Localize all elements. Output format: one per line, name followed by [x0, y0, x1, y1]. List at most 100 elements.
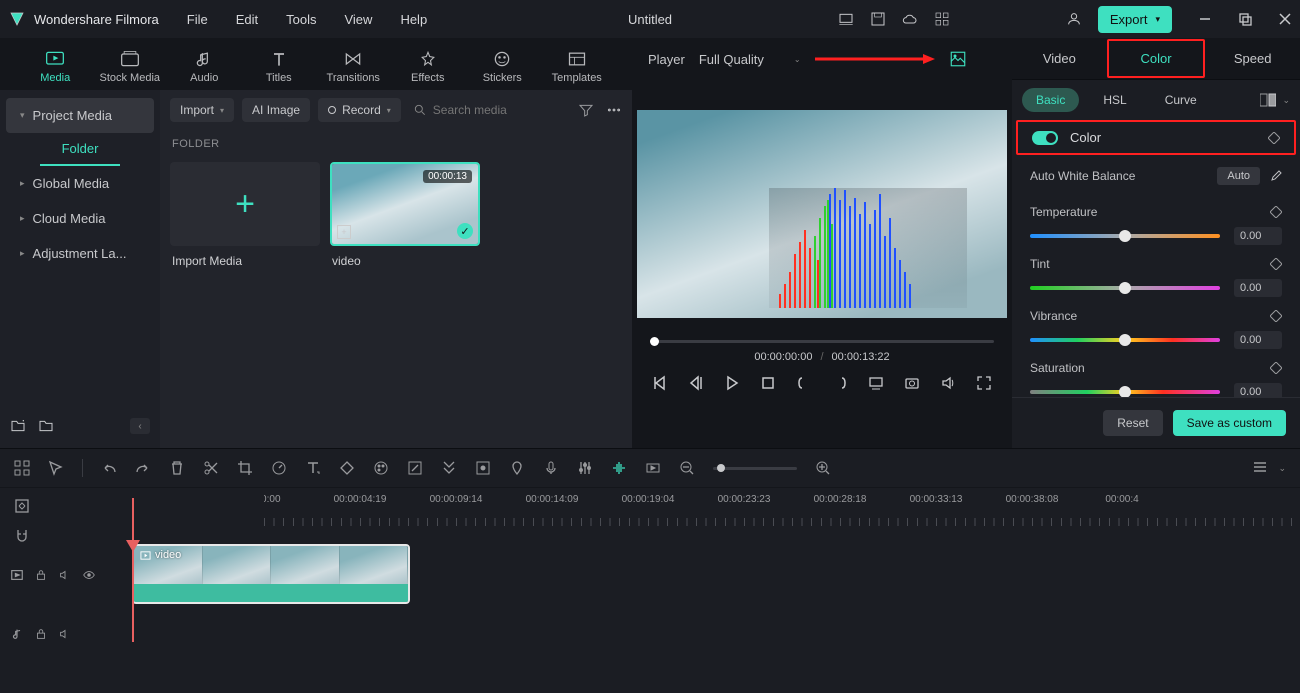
preview-video[interactable] [637, 110, 1007, 318]
sidebar-cloud-media[interactable]: ▸Cloud Media [6, 201, 154, 236]
color-group-toggle[interactable]: Color [1016, 120, 1296, 155]
tab-stickers[interactable]: Stickers [465, 44, 540, 84]
visibility-icon[interactable] [82, 568, 96, 582]
subtab-basic[interactable]: Basic [1022, 88, 1079, 112]
new-bin-icon[interactable] [38, 418, 54, 434]
saturation-slider[interactable] [1030, 390, 1220, 394]
render-icon[interactable] [645, 460, 661, 476]
timeline-clip[interactable]: video [132, 544, 410, 604]
audio-stretch-icon[interactable] [611, 460, 627, 476]
tab-video[interactable]: Video [1012, 39, 1107, 78]
saturation-value[interactable]: 0.00 [1234, 383, 1282, 397]
tab-effects[interactable]: Effects [391, 44, 466, 84]
zoom-in-icon[interactable] [815, 460, 831, 476]
add-to-timeline-icon[interactable]: + [337, 225, 351, 239]
redo-icon[interactable] [135, 460, 151, 476]
stop-button[interactable] [760, 375, 776, 391]
color-switch[interactable] [1032, 131, 1058, 145]
magnet-icon[interactable] [14, 528, 30, 544]
track-size-icon[interactable] [1252, 460, 1268, 476]
tab-templates[interactable]: Templates [540, 44, 615, 84]
mixer-icon[interactable] [577, 460, 593, 476]
apps-icon[interactable] [934, 11, 950, 27]
menu-edit[interactable]: Edit [236, 12, 258, 27]
lock-icon[interactable] [34, 627, 48, 641]
step-back-icon[interactable] [688, 375, 704, 391]
marker-icon[interactable] [509, 460, 525, 476]
keyframe-tl-icon[interactable] [339, 460, 355, 476]
tab-stock-media[interactable]: Stock Media [93, 44, 168, 84]
import-media-card[interactable]: + Import Media [170, 162, 320, 276]
color-tl-icon[interactable] [373, 460, 389, 476]
temperature-value[interactable]: 0.00 [1234, 227, 1282, 245]
speed-icon[interactable] [271, 460, 287, 476]
keyframe-icon[interactable] [1268, 132, 1280, 144]
audio-track-header[interactable] [0, 627, 132, 641]
export-button[interactable]: Export ▾ [1098, 6, 1172, 33]
tint-value[interactable]: 0.00 [1234, 279, 1282, 297]
maximize-button[interactable] [1238, 12, 1252, 26]
tab-media[interactable]: Media [18, 44, 93, 84]
tab-transitions[interactable]: Transitions [316, 44, 391, 84]
adjustment-icon[interactable] [407, 460, 423, 476]
mute-icon[interactable] [58, 568, 72, 582]
auto-wb-button[interactable]: Auto [1217, 167, 1260, 185]
tab-speed[interactable]: Speed [1205, 39, 1300, 78]
filter-icon[interactable] [578, 102, 594, 118]
mark-out-icon[interactable] [832, 375, 848, 391]
lock-icon[interactable] [34, 568, 48, 582]
video-track-header[interactable] [0, 568, 132, 582]
quality-select[interactable]: Full Quality⌄ [699, 52, 801, 67]
vibrance-slider[interactable] [1030, 338, 1220, 342]
vibrance-value[interactable]: 0.00 [1234, 331, 1282, 349]
tab-titles[interactable]: Titles [242, 44, 317, 84]
tab-color[interactable]: Color [1107, 39, 1206, 78]
sidebar-project-media[interactable]: ▾Project Media [6, 98, 154, 133]
mic-icon[interactable] [543, 460, 559, 476]
save-icon[interactable] [870, 11, 886, 27]
device-icon[interactable] [838, 11, 854, 27]
menu-file[interactable]: File [187, 12, 208, 27]
timeline-ruler[interactable]: 00:00 00:00:04:19 00:00:09:14 00:00:14:0… [264, 488, 1300, 534]
text-icon[interactable] [305, 460, 321, 476]
undo-icon[interactable] [101, 460, 117, 476]
mark-in-icon[interactable] [796, 375, 812, 391]
new-folder-icon[interactable] [10, 418, 26, 434]
close-button[interactable] [1278, 12, 1292, 26]
subtab-hsl[interactable]: HSL [1089, 88, 1140, 112]
tint-slider[interactable] [1030, 286, 1220, 290]
keyframe-icon[interactable] [1270, 310, 1282, 322]
delete-icon[interactable] [169, 460, 185, 476]
subtab-curve[interactable]: Curve [1151, 88, 1211, 112]
ai-image-button[interactable]: AI Image [242, 98, 310, 122]
options-icon[interactable] [14, 460, 30, 476]
keyframe-icon[interactable] [1270, 206, 1282, 218]
media-clip-card[interactable]: 00:00:13 + ✓ video [330, 162, 480, 276]
menu-help[interactable]: Help [400, 12, 427, 27]
scrub-slider[interactable] [650, 340, 994, 343]
video-scope-icon[interactable] [949, 50, 967, 68]
sidebar-folder[interactable]: Folder [40, 133, 120, 166]
minimize-button[interactable] [1198, 12, 1212, 26]
marker2-icon[interactable] [475, 460, 491, 476]
playhead[interactable] [132, 498, 134, 642]
temperature-slider[interactable] [1030, 234, 1220, 238]
reset-button[interactable]: Reset [1103, 410, 1162, 436]
more-icon[interactable] [606, 102, 622, 118]
sidebar-global-media[interactable]: ▸Global Media [6, 166, 154, 201]
chevron-down-icon[interactable]: ⌄ [1278, 463, 1286, 474]
account-icon[interactable] [1066, 11, 1082, 27]
save-as-custom-button[interactable]: Save as custom [1173, 410, 1286, 436]
search-input[interactable] [413, 103, 570, 117]
menu-tools[interactable]: Tools [286, 12, 316, 27]
snapshot-icon[interactable] [904, 375, 920, 391]
collapse-button[interactable]: ‹ [130, 418, 150, 434]
screen-icon[interactable] [868, 375, 884, 391]
zoom-slider[interactable] [713, 467, 797, 470]
fit-timeline-icon[interactable] [14, 498, 30, 514]
sidebar-adjustment-layer[interactable]: ▸Adjustment La... [6, 236, 154, 271]
fullscreen-icon[interactable] [976, 375, 992, 391]
prev-frame-icon[interactable] [652, 375, 668, 391]
compare-button[interactable]: ⌄ [1260, 93, 1290, 107]
record-button[interactable]: Record▾ [318, 98, 401, 122]
